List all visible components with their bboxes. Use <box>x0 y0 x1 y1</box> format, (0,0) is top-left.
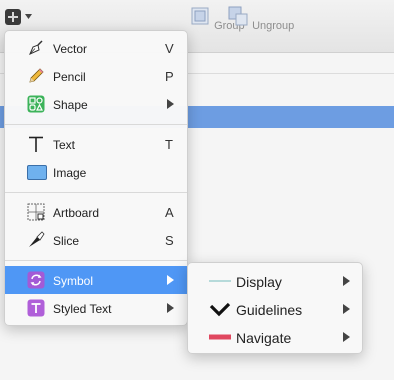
checkmark-icon <box>209 302 231 317</box>
menu-item-label: Image <box>53 166 87 180</box>
text-icon <box>29 136 43 152</box>
ungroup-button[interactable]: Ungroup <box>227 5 294 32</box>
pen-icon <box>29 40 43 55</box>
menu-item-image[interactable]: Image <box>5 158 187 186</box>
submenu-item-navigate[interactable]: Navigate <box>188 323 362 351</box>
shape-icon <box>27 95 45 113</box>
submenu-arrow-icon <box>167 303 174 313</box>
display-line-icon <box>209 280 231 282</box>
submenu-arrow-icon <box>343 276 350 286</box>
menu-item-label: Text <box>53 138 76 152</box>
submenu-item-label: Guidelines <box>236 302 303 318</box>
submenu-arrow-icon <box>167 99 174 109</box>
pencil-icon <box>29 68 44 83</box>
menu-item-symbol[interactable]: Symbol <box>5 266 187 294</box>
shortcut-key: T <box>165 137 173 152</box>
menu-item-label: Vector <box>53 42 88 56</box>
submenu-item-label: Navigate <box>236 330 292 346</box>
menu-item-shape[interactable]: Shape <box>5 90 187 118</box>
group-icon <box>191 7 209 25</box>
submenu-item-label: Display <box>236 274 282 290</box>
menu-item-label: Pencil <box>53 70 86 84</box>
menu-item-label: Symbol <box>53 274 94 288</box>
shortcut-key: A <box>165 205 174 220</box>
submenu-arrow-icon <box>343 304 350 314</box>
menu-item-styled-text[interactable]: Styled Text <box>5 294 187 322</box>
menu-item-artboard[interactable]: Artboard A <box>5 198 187 226</box>
menu-item-pencil[interactable]: Pencil P <box>5 62 187 90</box>
insert-menu: Vector V Pencil P Shape Text T Image Art… <box>4 30 188 326</box>
ungroup-label: Ungroup <box>252 20 295 32</box>
shortcut-key: S <box>165 233 174 248</box>
menu-separator <box>5 192 187 193</box>
artboard-icon <box>27 203 45 221</box>
slice-icon <box>29 231 45 247</box>
menu-item-label: Shape <box>53 98 88 112</box>
submenu-arrow-icon <box>343 332 350 342</box>
ungroup-icon <box>228 6 248 26</box>
menu-item-text[interactable]: Text T <box>5 130 187 158</box>
menu-item-vector[interactable]: Vector V <box>5 34 187 62</box>
image-icon <box>27 165 47 180</box>
plus-icon <box>8 12 18 22</box>
menu-separator <box>5 124 187 125</box>
submenu-item-display[interactable]: Display <box>188 267 362 295</box>
shortcut-key: V <box>165 41 174 56</box>
submenu-item-guidelines[interactable]: Guidelines <box>188 295 362 323</box>
navigate-bar-icon <box>209 334 231 340</box>
submenu-arrow-icon <box>167 275 174 285</box>
menu-separator <box>5 260 187 261</box>
styled-text-icon <box>27 299 45 317</box>
symbol-submenu: Display Guidelines Navigate <box>187 262 363 354</box>
menu-item-slice[interactable]: Slice S <box>5 226 187 254</box>
shortcut-key: P <box>165 69 174 84</box>
menu-item-label: Slice <box>53 234 80 248</box>
menu-item-label: Styled Text <box>53 302 112 316</box>
menu-item-label: Artboard <box>53 206 100 220</box>
symbol-icon <box>27 271 45 289</box>
insert-button[interactable] <box>5 9 21 25</box>
chevron-down-icon[interactable] <box>25 14 32 19</box>
